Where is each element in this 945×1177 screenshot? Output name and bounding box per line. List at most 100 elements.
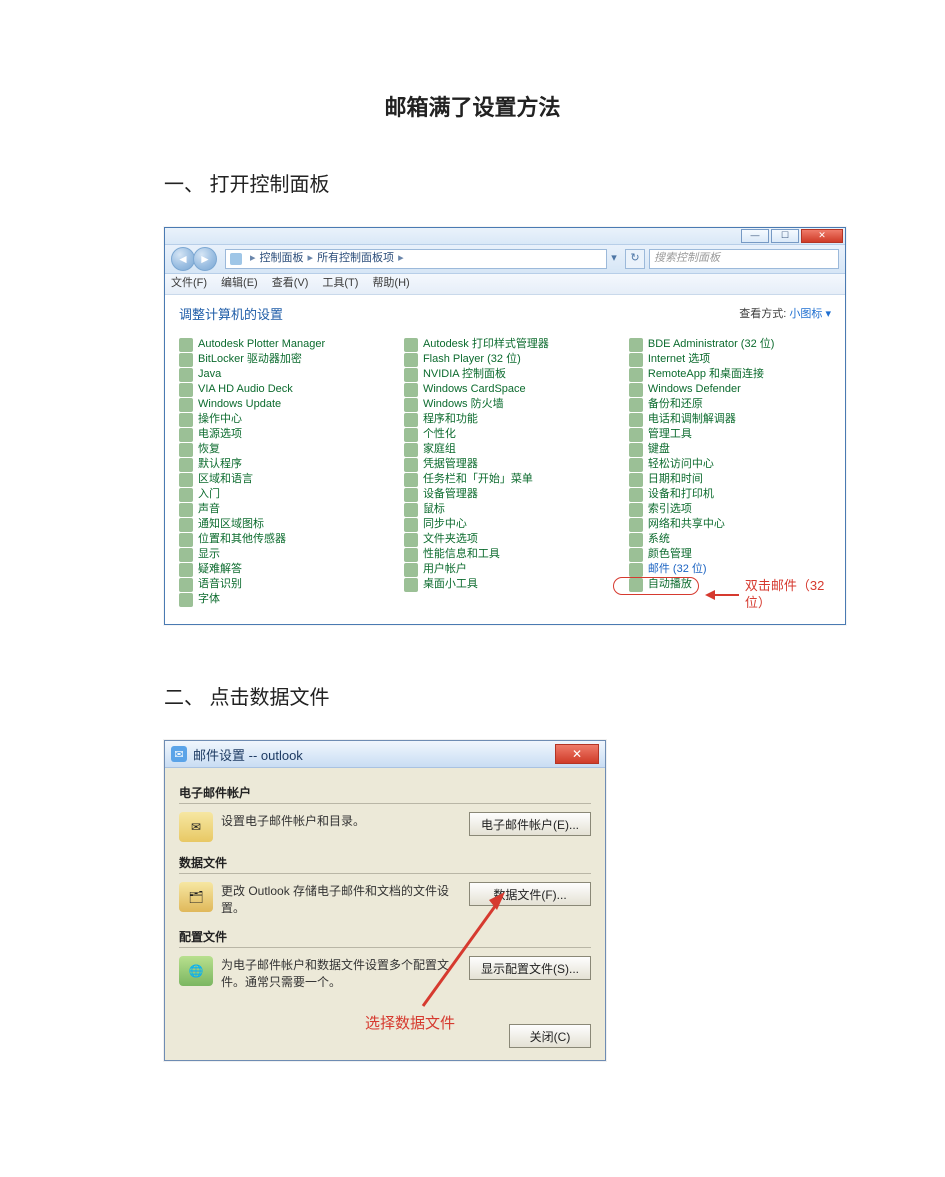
menu-help[interactable]: 帮助(H) [372,277,409,291]
cp-item[interactable]: 操作中心 [179,413,381,427]
cp-item[interactable]: 索引选项 [629,503,831,517]
menu-edit[interactable]: 编辑(E) [221,277,258,291]
breadcrumb-1[interactable]: 控制面板 [260,252,304,266]
cp-item[interactable]: 疑难解答 [179,563,381,577]
cp-item[interactable]: 设备管理器 [404,488,606,502]
cp-item[interactable]: 鼠标 [404,503,606,517]
cp-item[interactable]: 凭据管理器 [404,458,606,472]
menu-file[interactable]: 文件(F) [171,277,207,291]
menu-tools[interactable]: 工具(T) [322,277,358,291]
email-accounts-button[interactable]: 电子邮件帐户(E)... [469,812,591,836]
cp-item[interactable]: Autodesk Plotter Manager [179,338,381,352]
cp-item-label: 鼠标 [423,503,445,517]
cp-item-icon [404,458,418,472]
grp-data-text: 更改 Outlook 存储电子邮件和文档的文件设置。 [221,882,469,916]
cp-item-label: 管理工具 [648,428,692,442]
cp-item[interactable]: Windows CardSpace [404,383,606,397]
refresh-button[interactable]: ↻ [625,249,645,269]
cp-item[interactable]: 程序和功能 [404,413,606,427]
cp-item[interactable]: 区域和语言 [179,473,381,487]
cp-item-label: 区域和语言 [198,473,253,487]
cp-item[interactable]: 声音 [179,503,381,517]
cp-item[interactable]: 管理工具 [629,428,831,442]
dialog-close-button[interactable]: ✕ [555,744,599,764]
breadcrumb-2[interactable]: 所有控制面板项 [317,252,394,266]
close-button-2[interactable]: 关闭(C) [509,1024,591,1048]
cp-item-icon [404,383,418,397]
cp-item[interactable]: 键盘 [629,443,831,457]
cp-item[interactable]: 字体 [179,593,381,607]
back-button[interactable]: ◄ [171,247,195,271]
cp-item[interactable]: 入门 [179,488,381,502]
cp-item[interactable]: RemoteApp 和桌面连接 [629,368,831,382]
cp-item[interactable]: 设备和打印机 [629,488,831,502]
cp-item[interactable]: Java [179,368,381,382]
cp-item[interactable]: 通知区域图标 [179,518,381,532]
cp-item[interactable]: 邮件 (32 位) [629,563,831,577]
cp-item[interactable]: 桌面小工具 [404,578,606,592]
cp-item-label: 声音 [198,503,220,517]
cp-item-label: 入门 [198,488,220,502]
show-profiles-button[interactable]: 显示配置文件(S)... [469,956,591,980]
profiles-icon: 🌐 [179,956,213,986]
view-mode[interactable]: 查看方式: 小图标 ▾ [739,308,831,322]
search-input[interactable]: 搜索控制面板 [649,249,839,269]
cp-item[interactable]: 颜色管理 [629,548,831,562]
cp-item[interactable]: 备份和还原 [629,398,831,412]
grp-email-text: 设置电子邮件帐户和目录。 [221,812,469,829]
cp-column-1: Autodesk Plotter ManagerBitLocker 驱动器加密J… [179,337,381,608]
cp-item-icon [179,548,193,562]
cp-item[interactable]: 性能信息和工具 [404,548,606,562]
cp-item[interactable]: Flash Player (32 位) [404,353,606,367]
cp-item[interactable]: 文件夹选项 [404,533,606,547]
cp-item[interactable]: 电源选项 [179,428,381,442]
cp-item[interactable]: 任务栏和「开始」菜单 [404,473,606,487]
cp-item[interactable]: 个性化 [404,428,606,442]
cp-item-icon [179,353,193,367]
cp-item-label: 同步中心 [423,518,467,532]
annotation-text: 双击邮件（32位） [745,578,831,611]
cp-item[interactable]: BitLocker 驱动器加密 [179,353,381,367]
cp-item[interactable]: Windows Update [179,398,381,412]
cp-item-label: 电源选项 [198,428,242,442]
cp-item-icon [629,488,643,502]
close-button[interactable]: ✕ [801,229,843,243]
cp-item-label: 系统 [648,533,670,547]
cp-item[interactable]: 同步中心 [404,518,606,532]
menu-view[interactable]: 查看(V) [272,277,309,291]
cp-item[interactable]: Autodesk 打印样式管理器 [404,338,606,352]
section-2-heading: 二、 点击数据文件 [164,681,945,710]
cp-item[interactable]: Windows Defender [629,383,831,397]
cp-item-label: 通知区域图标 [198,518,264,532]
forward-button[interactable]: ► [193,247,217,271]
cp-item-icon [629,473,643,487]
control-panel-window: — ☐ ✕ ◄ ► ▸ 控制面板 ▸ 所有控制面板项 ▸ ▾ ↻ [164,227,846,625]
cp-item[interactable]: 家庭组 [404,443,606,457]
dropdown-icon[interactable]: ▾ [607,252,621,266]
cp-item[interactable]: NVIDIA 控制面板 [404,368,606,382]
cp-item[interactable]: 语音识别 [179,578,381,592]
cp-item[interactable]: 用户帐户 [404,563,606,577]
cp-item[interactable]: 默认程序 [179,458,381,472]
cp-item[interactable]: Internet 选项 [629,353,831,367]
cp-item-icon [404,578,418,592]
minimize-button[interactable]: — [741,229,769,243]
cp-item[interactable]: 系统 [629,533,831,547]
breadcrumb[interactable]: ▸ 控制面板 ▸ 所有控制面板项 ▸ [225,249,607,269]
cp-item[interactable]: VIA HD Audio Deck [179,383,381,397]
cp-item[interactable]: 恢复 [179,443,381,457]
cp-item[interactable]: 显示 [179,548,381,562]
cp-item-label: RemoteApp 和桌面连接 [648,368,764,382]
cp-item[interactable]: 位置和其他传感器 [179,533,381,547]
data-files-button[interactable]: 数据文件(F)... [469,882,591,906]
mail-settings-dialog: ✉ 邮件设置 -- outlook ✕ 电子邮件帐户 ✉ 设置电子邮件帐户和目录… [164,740,606,1061]
cp-item[interactable]: 轻松访问中心 [629,458,831,472]
cp-item[interactable]: 网络和共享中心 [629,518,831,532]
cp-item[interactable]: Windows 防火墙 [404,398,606,412]
cp-item-label: 网络和共享中心 [648,518,725,532]
cp-item[interactable]: 电话和调制解调器 [629,413,831,427]
maximize-button[interactable]: ☐ [771,229,799,243]
cp-item[interactable]: 日期和时间 [629,473,831,487]
email-accounts-icon: ✉ [179,812,213,842]
cp-item[interactable]: BDE Administrator (32 位) [629,338,831,352]
